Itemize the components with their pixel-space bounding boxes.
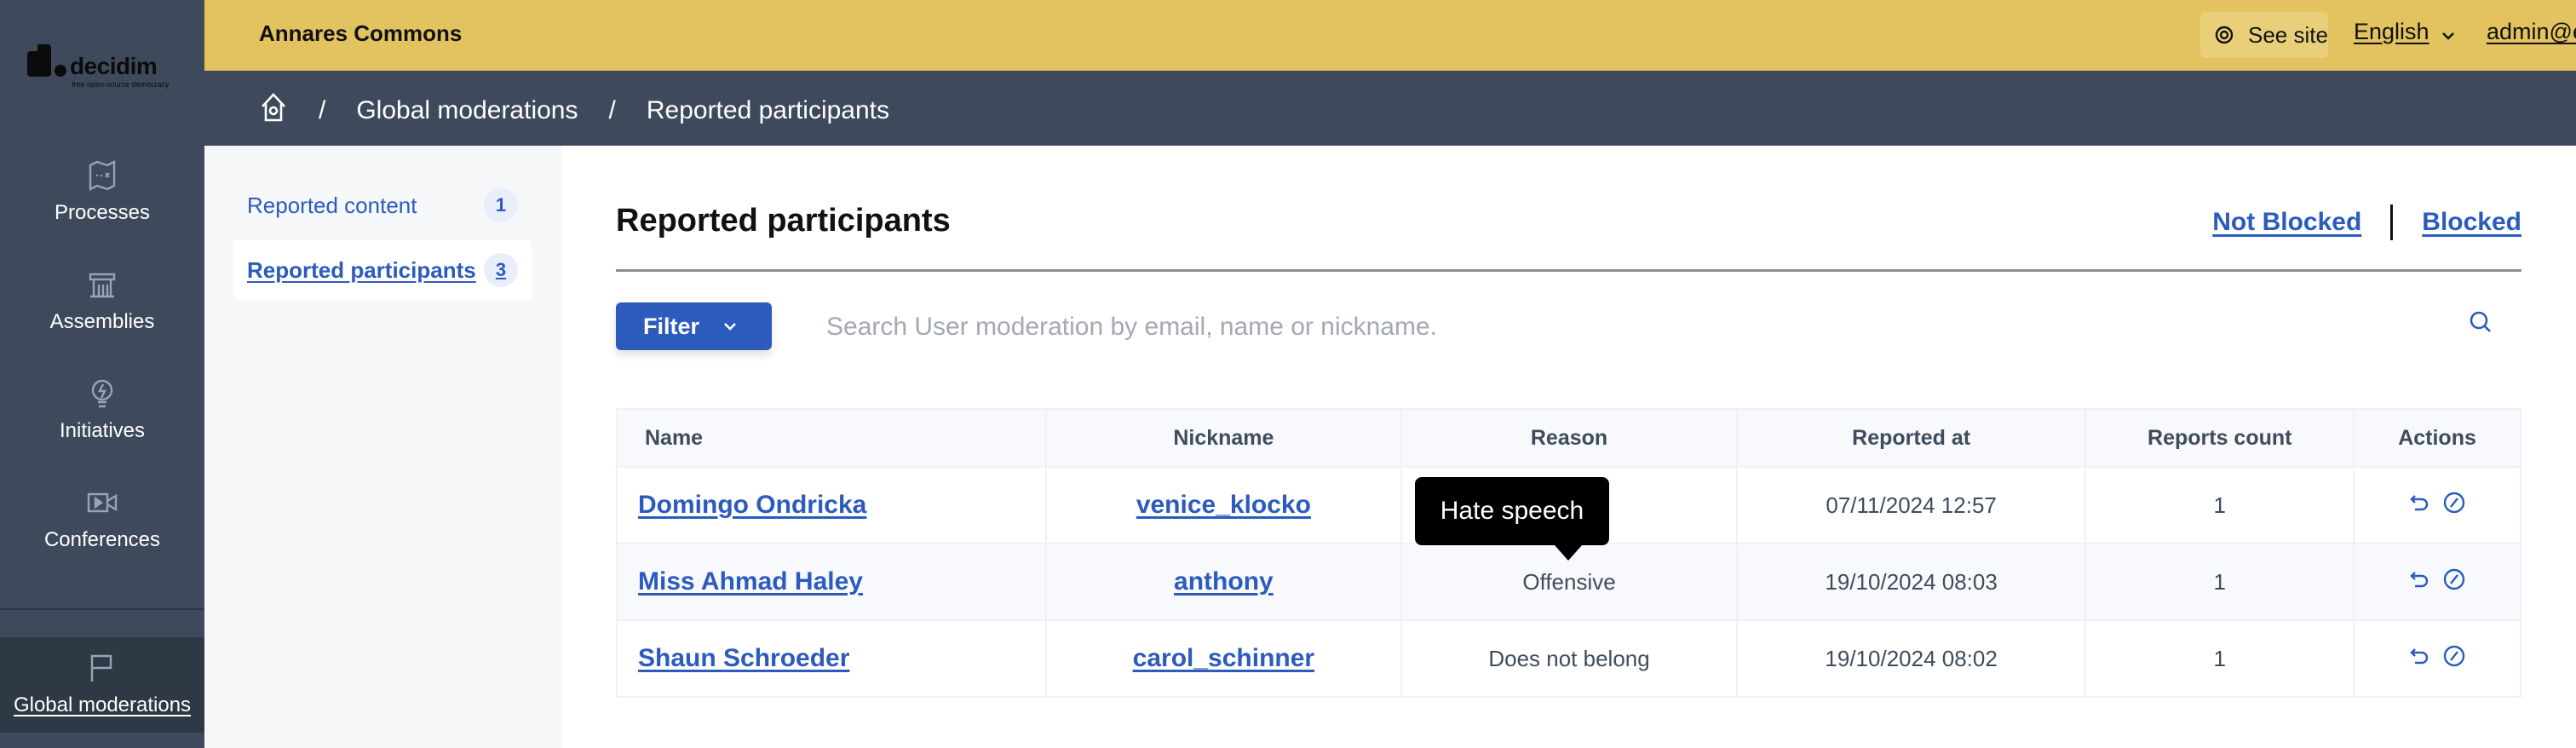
block-status-tabs: Not Blocked Blocked (2212, 204, 2521, 240)
count-badge: 3 (484, 253, 518, 287)
breadcrumb: / Global moderations / Reported particip… (259, 91, 889, 130)
cell-name: Shaun Schroeder (616, 619, 1047, 698)
participant-nickname-link[interactable]: venice_klocko (1136, 491, 1311, 519)
language-selector[interactable]: English (2354, 19, 2457, 45)
map-icon (85, 158, 119, 193)
unreport-icon[interactable] (2406, 489, 2434, 516)
logo-wordmark: decidim (70, 53, 158, 79)
participant-name-link[interactable]: Shaun Schroeder (638, 644, 849, 672)
cell-actions (2353, 619, 2521, 698)
unreport-icon[interactable] (2406, 566, 2434, 593)
chevron-down-icon (724, 323, 736, 331)
count-badge: 1 (484, 188, 518, 222)
user-email: admin@example.org (2487, 19, 2576, 44)
tab-not-blocked[interactable]: Not Blocked (2212, 208, 2361, 237)
sidebar-divider (0, 608, 204, 610)
column-header-actions: Actions (2353, 408, 2521, 468)
cell-nickname: venice_klocko (1044, 466, 1403, 544)
reason-tooltip: Hate speech (1415, 477, 1609, 561)
sidebar-item-label: Conferences (43, 528, 161, 551)
participant-name-link[interactable]: Miss Ahmad Haley (638, 567, 863, 596)
cell-reported-at: 07/11/2024 12:57 (1735, 466, 2087, 544)
building-icon (85, 268, 119, 302)
search-input[interactable] (826, 305, 2445, 349)
breadcrumb-separator: / (608, 96, 616, 124)
cell-reports-count: 1 (2084, 619, 2355, 698)
table-row: Shaun Schroeder carol_schinner Does not … (616, 619, 2521, 698)
block-icon[interactable] (2441, 489, 2468, 516)
column-header-name[interactable]: Name (616, 408, 1047, 468)
language-label: English (2354, 19, 2429, 44)
eye-icon (2215, 26, 2234, 44)
tab-blocked[interactable]: Blocked (2422, 208, 2521, 237)
cell-reports-count: 1 (2084, 466, 2355, 544)
chevron-down-icon (2440, 24, 2457, 41)
page-title: Reported participants (616, 203, 951, 239)
lightbulb-icon (85, 377, 119, 411)
cell-actions (2353, 543, 2521, 621)
subnav-item-label: Reported content (247, 192, 417, 218)
logo-dot (55, 65, 66, 77)
home-gear-icon (262, 93, 285, 122)
moderation-subnav: Reported content 1 Reported participants… (204, 146, 562, 748)
user-menu[interactable]: admin@example.org (2487, 19, 2576, 45)
tab-divider (2390, 204, 2394, 240)
flag-icon (85, 651, 119, 685)
cell-name: Domingo Ondricka (616, 466, 1047, 544)
cell-nickname: carol_schinner (1044, 619, 1403, 698)
participant-name-link[interactable]: Domingo Ondricka (638, 491, 866, 519)
search-icon (2470, 311, 2491, 332)
filter-button[interactable]: Filter (616, 302, 772, 350)
column-header-nickname[interactable]: Nickname (1044, 408, 1403, 468)
subnav-item-label: Reported participants (247, 256, 476, 283)
cell-reported-at: 19/10/2024 08:03 (1735, 543, 2087, 621)
column-header-reported-at[interactable]: Reported at (1735, 408, 2087, 468)
search-button[interactable] (2467, 308, 2494, 337)
unreport-icon[interactable] (2406, 642, 2434, 670)
cell-actions (2353, 466, 2521, 544)
logo-tagline: free open-source democracy (72, 80, 170, 89)
block-icon[interactable] (2441, 642, 2468, 670)
subnav-item-reported-content[interactable]: Reported content 1 (233, 175, 532, 236)
logo-mark (37, 44, 51, 77)
logo-mark (27, 51, 37, 77)
breadcrumb-bar: / Global moderations / Reported particip… (204, 71, 2576, 146)
participant-nickname-link[interactable]: carol_schinner (1133, 644, 1314, 672)
cell-reason: Does not belong (1400, 619, 1738, 698)
breadcrumb-global-moderations[interactable]: Global moderations (356, 96, 578, 125)
cell-reported-at: 19/10/2024 08:02 (1735, 619, 2087, 698)
sidebar-item-conferences[interactable]: Conferences (0, 486, 204, 552)
table-header-row: Name Nickname Reason Reported at Reports… (616, 408, 2521, 468)
cell-nickname: anthony (1044, 543, 1403, 621)
see-site-label: See site (2248, 21, 2328, 48)
sidebar-item-label: Processes (54, 201, 151, 224)
block-icon[interactable] (2441, 566, 2468, 593)
cell-reports-count: 1 (2084, 543, 2355, 621)
sidebar-item-assemblies[interactable]: Assemblies (0, 268, 204, 334)
decidim-logo[interactable]: decidim free open-source democracy (26, 43, 179, 92)
admin-home-link[interactable] (259, 91, 288, 130)
participant-nickname-link[interactable]: anthony (1174, 567, 1274, 596)
breadcrumb-separator: / (319, 96, 326, 124)
filter-label: Filter (643, 313, 700, 339)
breadcrumb-current: Reported participants (646, 96, 890, 124)
subnav-item-reported-participants[interactable]: Reported participants 3 (233, 239, 532, 301)
sidebar-item-label: Global moderations (13, 693, 192, 716)
video-icon (85, 486, 119, 520)
title-divider (616, 269, 2521, 272)
top-bar: Annares Commons See site English admin@e… (204, 0, 2576, 71)
column-header-reason: Reason (1400, 408, 1738, 468)
sidebar-item-initiatives[interactable]: Initiatives (0, 377, 204, 443)
organization-name: Annares Commons (259, 20, 463, 46)
column-header-reports-count[interactable]: Reports count (2084, 408, 2355, 468)
cell-name: Miss Ahmad Haley (616, 543, 1047, 621)
main-sidebar: decidim free open-source democracy Proce… (0, 0, 204, 748)
sidebar-item-processes[interactable]: Processes (0, 158, 204, 225)
sidebar-item-label: Initiatives (59, 419, 146, 442)
sidebar-item-label: Assemblies (49, 310, 155, 333)
sidebar-item-global-moderations[interactable]: Global moderations (0, 651, 204, 717)
see-site-button[interactable]: See site (2200, 12, 2328, 58)
